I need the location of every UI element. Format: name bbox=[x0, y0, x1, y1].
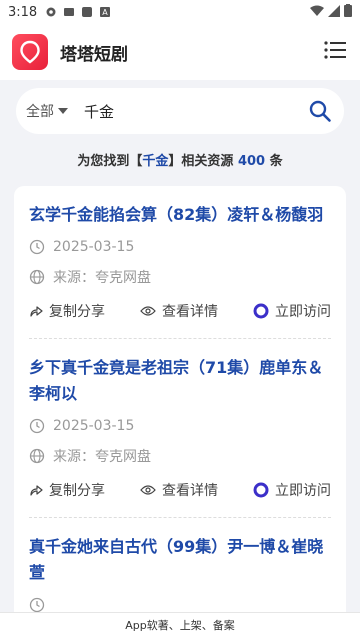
search-input[interactable] bbox=[84, 102, 308, 120]
menu-icon[interactable] bbox=[324, 40, 346, 60]
result-title[interactable]: 玄学千金能掐会算（82集）凌轩＆杨馥羽 bbox=[29, 202, 331, 228]
result-title[interactable]: 乡下真千金竟是老祖宗（71集）鹿单东＆李柯以 bbox=[29, 355, 331, 407]
search-scope-label: 全部 bbox=[26, 104, 54, 120]
summary-count: 400 bbox=[237, 154, 266, 169]
result-date-text: 2025-03-15 bbox=[53, 239, 135, 255]
visit-now-button[interactable]: 立即访问 bbox=[253, 301, 331, 321]
image-icon bbox=[64, 8, 75, 16]
bottom-banner[interactable]: App软著、上架、备案 bbox=[0, 612, 360, 640]
list-item: 乡下真千金竟是老祖宗（71集）鹿单东＆李柯以 2025-03-15 来源：夸克网… bbox=[14, 339, 346, 501]
copy-share-button[interactable]: 复制分享 bbox=[29, 301, 105, 321]
globe-icon bbox=[29, 269, 45, 285]
clock-icon bbox=[29, 418, 45, 434]
status-time: 3:18 bbox=[8, 4, 38, 20]
view-details-button[interactable]: 查看详情 bbox=[140, 301, 218, 321]
result-actions: 复制分享 查看详情 立即访问 bbox=[29, 479, 331, 501]
record-dot-icon bbox=[253, 482, 269, 498]
location-pin-logo-icon bbox=[20, 40, 40, 64]
result-source-text: 来源：夸克网盘 bbox=[53, 449, 151, 465]
clock-icon bbox=[29, 597, 45, 613]
result-source-text: 来源：夸克网盘 bbox=[53, 270, 151, 286]
result-source: 来源：夸克网盘 bbox=[29, 445, 331, 467]
list-item: 真千金她来自古代（99集）尹一博＆崔晓萱 bbox=[14, 518, 346, 616]
battery-icon bbox=[344, 4, 352, 17]
cellular-signal-icon bbox=[328, 4, 340, 17]
copy-share-label: 复制分享 bbox=[49, 304, 105, 320]
app-title: 塔塔短剧 bbox=[60, 44, 128, 65]
share-icon bbox=[30, 306, 43, 317]
summary-middle: 】相关资源 bbox=[168, 154, 238, 169]
visit-now-button[interactable]: 立即访问 bbox=[253, 480, 331, 500]
copy-share-label: 复制分享 bbox=[49, 483, 105, 499]
status-bar: 3:18 A bbox=[0, 0, 360, 24]
svg-text:A: A bbox=[102, 8, 108, 17]
record-dot-icon bbox=[253, 303, 269, 319]
list-item: 玄学千金能掐会算（82集）凌轩＆杨馥羽 2025-03-15 来源：夸克网盘 复… bbox=[14, 186, 346, 322]
result-source: 来源：夸克网盘 bbox=[29, 266, 331, 288]
result-summary: 为您找到【千金】相关资源 400 条 bbox=[0, 150, 360, 169]
result-title[interactable]: 真千金她来自古代（99集）尹一博＆崔晓萱 bbox=[29, 534, 331, 586]
font-a-icon: A bbox=[100, 7, 111, 17]
app-header: 塔塔短剧 bbox=[0, 24, 360, 80]
summary-keyword: 千金 bbox=[142, 154, 169, 169]
summary-prefix: 为您找到【 bbox=[77, 154, 143, 169]
results-list: 玄学千金能掐会算（82集）凌轩＆杨馥羽 2025-03-15 来源：夸克网盘 复… bbox=[14, 186, 346, 626]
copy-share-button[interactable]: 复制分享 bbox=[29, 480, 105, 500]
chevron-down-icon bbox=[58, 108, 68, 114]
app-logo bbox=[12, 34, 48, 70]
result-date: 2025-03-15 bbox=[29, 236, 331, 258]
eye-icon bbox=[140, 485, 156, 495]
view-details-label: 查看详情 bbox=[162, 483, 218, 499]
result-date-text: 2025-03-15 bbox=[53, 418, 135, 434]
visit-now-label: 立即访问 bbox=[275, 483, 331, 499]
notification-app-icon bbox=[82, 7, 93, 17]
clock-icon bbox=[29, 239, 45, 255]
settings-gear-icon bbox=[46, 7, 56, 17]
visit-now-label: 立即访问 bbox=[275, 304, 331, 320]
view-details-label: 查看详情 bbox=[162, 304, 218, 320]
search-bar: 全部 bbox=[16, 88, 344, 134]
search-icon[interactable] bbox=[308, 99, 332, 123]
view-details-button[interactable]: 查看详情 bbox=[140, 480, 218, 500]
share-icon bbox=[30, 485, 43, 496]
result-actions: 复制分享 查看详情 立即访问 bbox=[29, 300, 331, 322]
eye-icon bbox=[140, 306, 156, 316]
search-scope-dropdown[interactable]: 全部 bbox=[26, 101, 68, 121]
result-date: 2025-03-15 bbox=[29, 415, 331, 437]
wifi-icon bbox=[310, 5, 324, 16]
summary-suffix: 条 bbox=[265, 154, 283, 169]
globe-icon bbox=[29, 448, 45, 464]
